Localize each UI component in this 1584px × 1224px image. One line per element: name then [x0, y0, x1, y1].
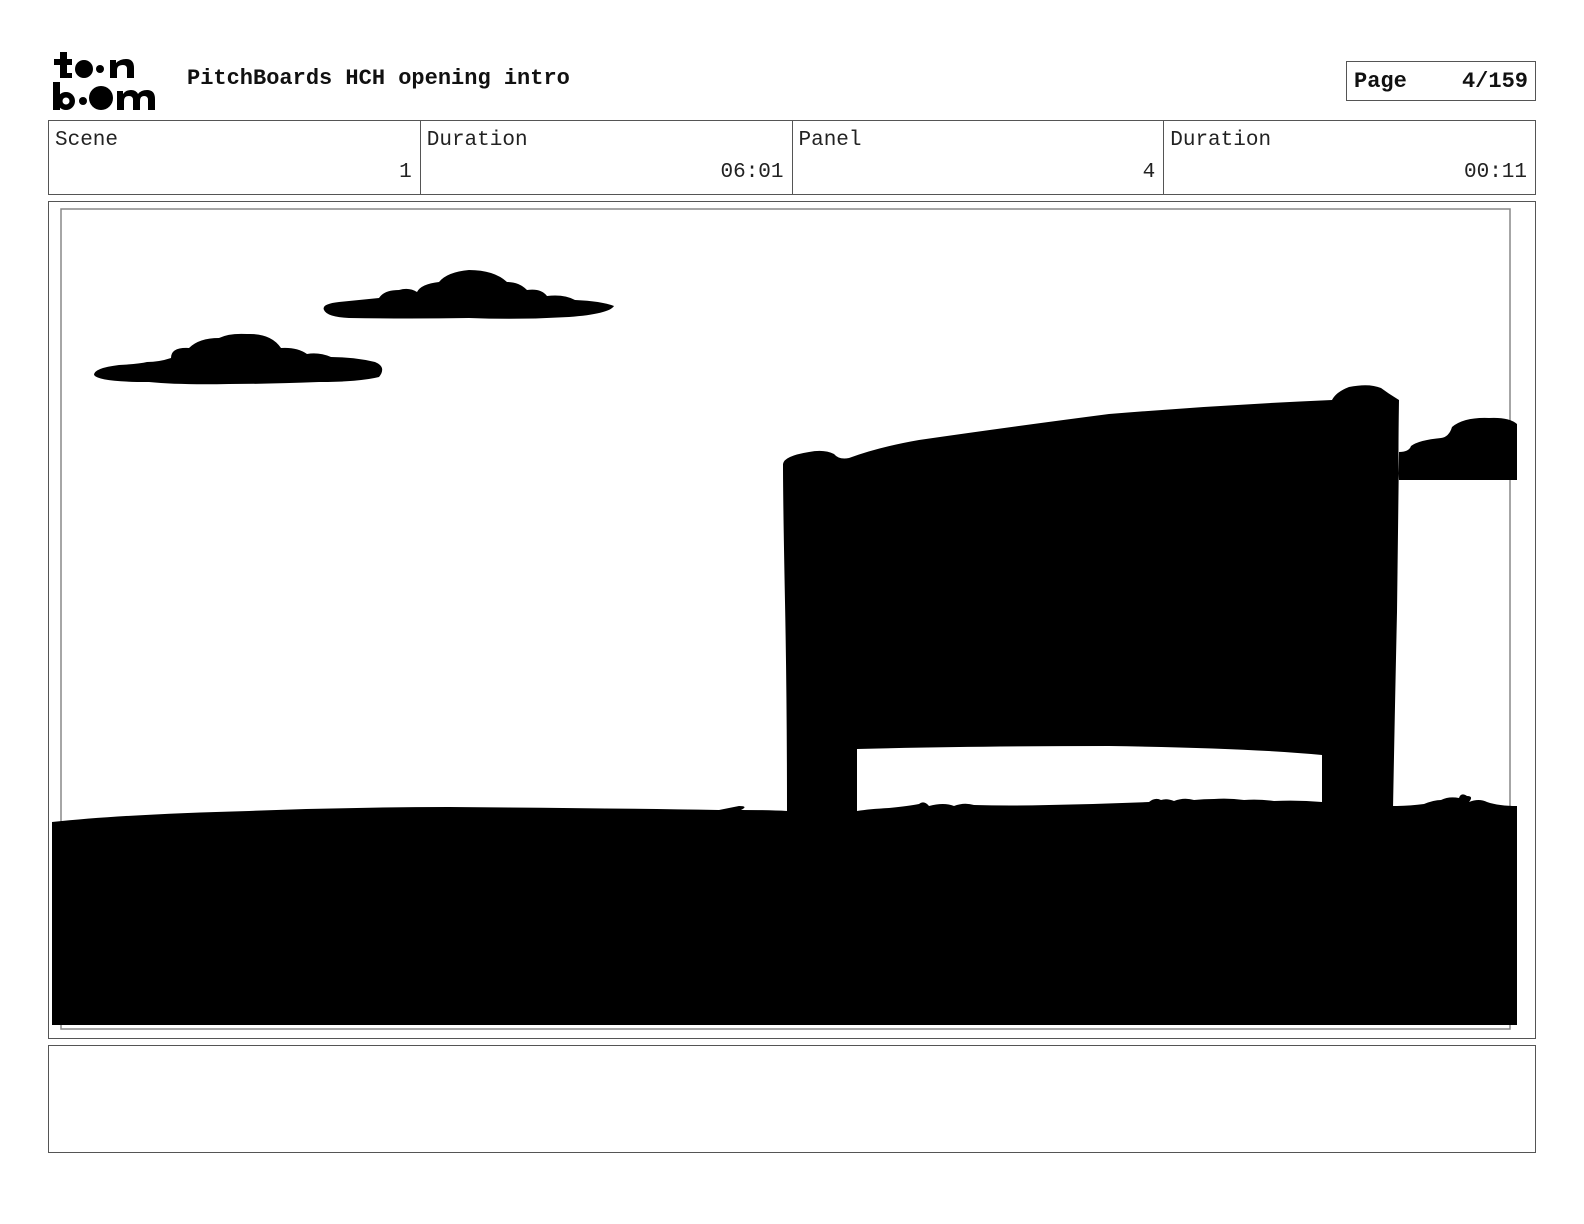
storyboard-panel [48, 201, 1536, 1039]
ground-silhouette [52, 794, 1517, 1025]
panel-notes-area[interactable] [48, 1045, 1536, 1153]
scene-duration-cell: Duration 06:01 [421, 121, 793, 194]
scene-info-table: Scene 1 Duration 06:01 Panel 4 Duration … [48, 120, 1536, 195]
panel-duration-value: 00:11 [1463, 161, 1527, 184]
scene-duration-label: Duration [426, 129, 528, 152]
panel-duration-cell: Duration 00:11 [1164, 121, 1535, 194]
billboard-silhouette [783, 385, 1517, 814]
scene-duration-value: 06:01 [720, 161, 784, 184]
scene-label: Scene [55, 129, 119, 152]
panel-value: 4 [1142, 161, 1156, 184]
panel-label: Panel [798, 129, 862, 152]
toonboom-logo [50, 50, 166, 112]
document-title: PitchBoards HCH opening intro [187, 66, 570, 91]
scene-value: 1 [399, 161, 412, 184]
page-indicator: Page 4/159 [1346, 61, 1536, 101]
cloud-upper [323, 270, 614, 319]
page-number: 4/159 [1461, 69, 1528, 94]
scene-cell: Scene 1 [49, 121, 421, 194]
panel-artwork [52, 208, 1517, 1030]
panel-cell: Panel 4 [793, 121, 1165, 194]
cloud-lower [94, 333, 383, 385]
panel-duration-label: Duration [1170, 129, 1272, 152]
page-label: Page [1354, 69, 1407, 94]
